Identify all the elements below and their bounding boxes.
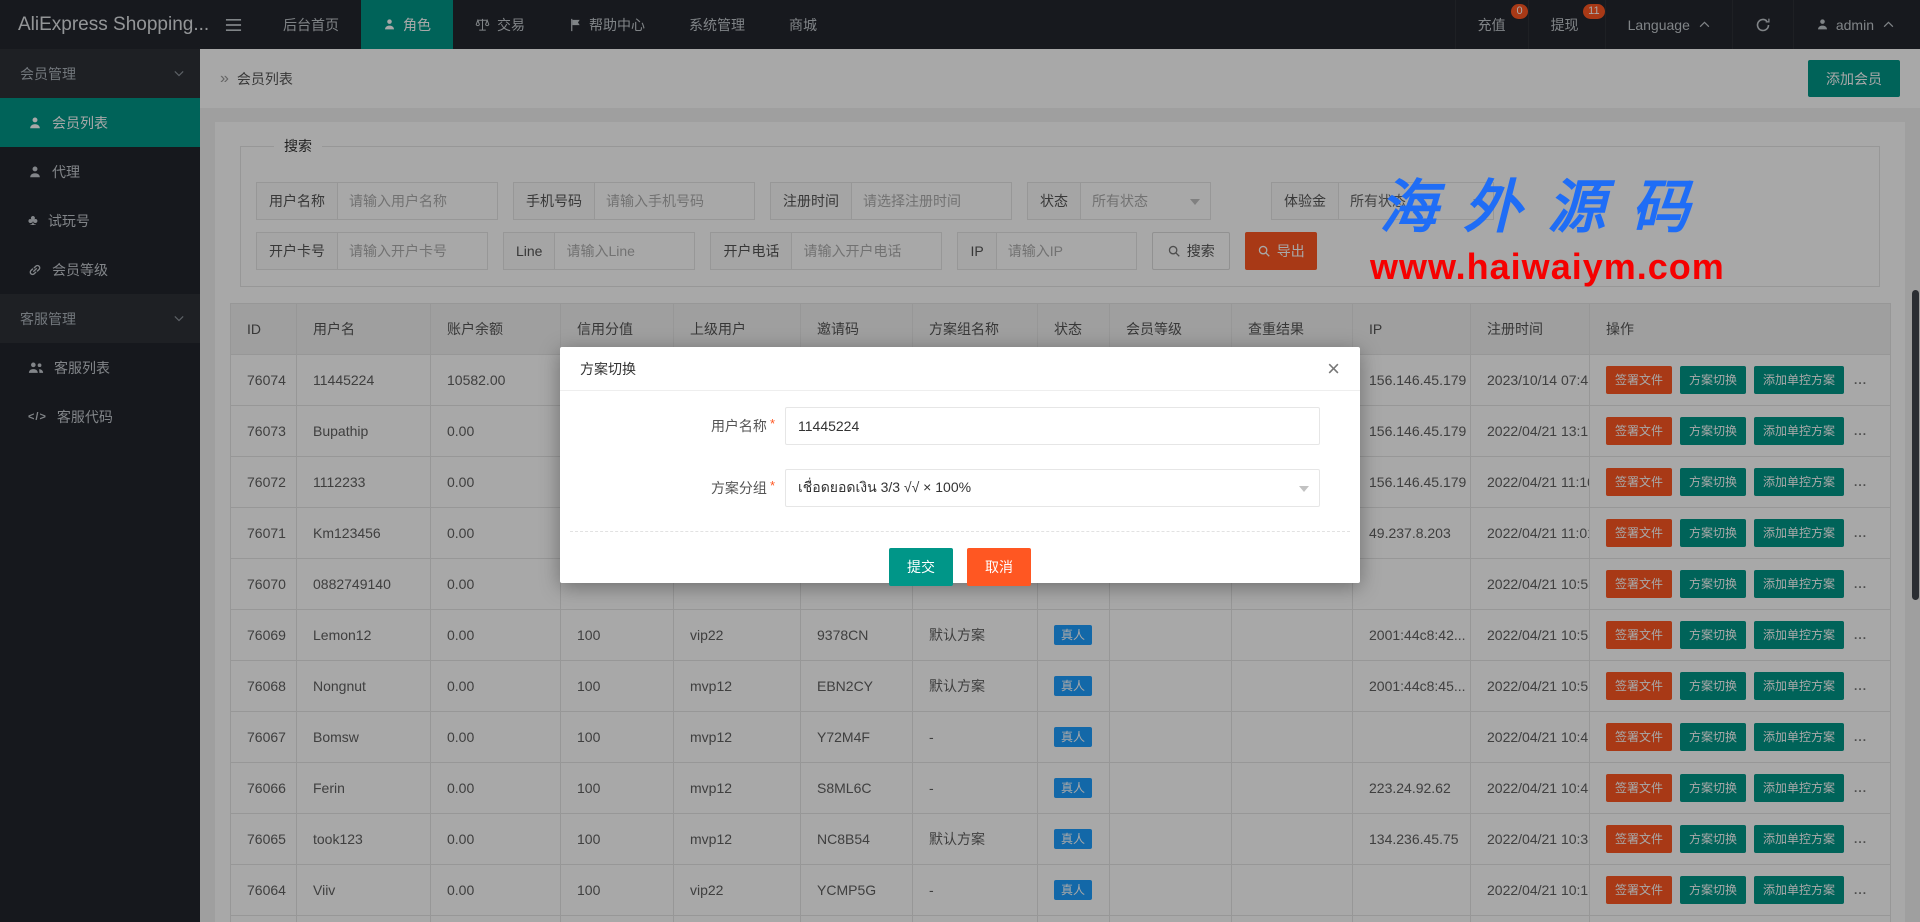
modal-buttons: 提交 取消 [560,548,1360,586]
modal-title: 方案切换 [580,360,636,377]
modal-header: 方案切换 × [560,347,1360,391]
required-asterisk: * [769,416,775,431]
field-label: 方案分组 * [710,478,775,496]
modal-username-input[interactable]: 11445224 [785,407,1320,445]
modal-field-username: 用户名称 * 11445224 [560,407,1360,445]
plan-switch-modal: 方案切换 × 用户名称 * 11445224 方案分组 * เชื่อดยอดเงิ… [560,347,1360,586]
modal-plan-group-select[interactable]: เชื่อดยอดเงิน 3/3 √√ × 100% [785,469,1320,507]
cancel-button[interactable]: 取消 [967,548,1031,586]
selected-value: เชื่อดยอดเงิน 3/3 √√ × 100% [798,479,972,495]
close-icon[interactable]: × [1327,357,1340,380]
modal-separator [570,531,1350,532]
submit-button[interactable]: 提交 [889,548,953,586]
modal-body: 用户名称 * 11445224 方案分组 * เชื่อดยอดเงิน 3/3 √… [560,391,1360,586]
input-value: 11445224 [798,418,860,434]
required-asterisk: * [769,478,775,493]
modal-field-plan-group: 方案分组 * เชื่อดยอดเงิน 3/3 √√ × 100% [560,469,1360,507]
dropdown-arrow-icon [1299,486,1309,492]
field-label: 用户名称 * [710,416,775,434]
